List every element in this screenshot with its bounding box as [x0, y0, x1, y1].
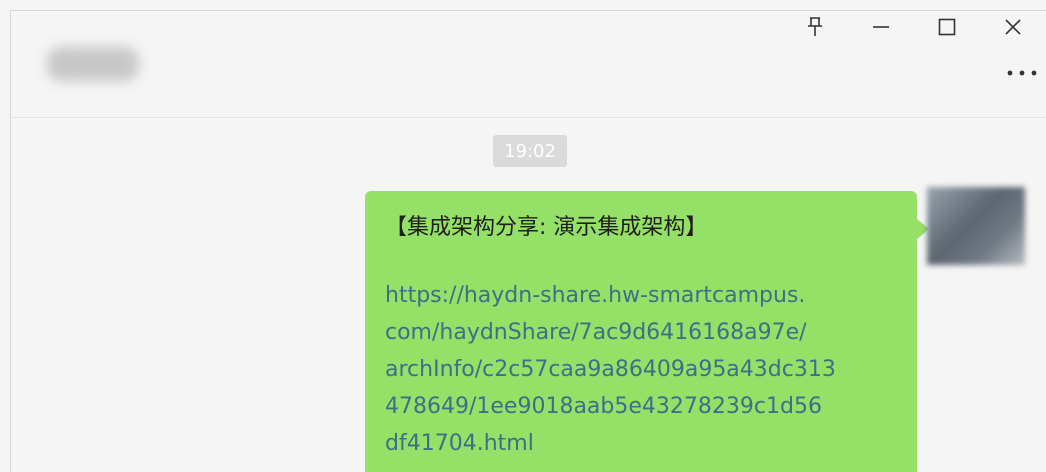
link-line: 478649/1ee9018aab5e43278239c1d56 — [385, 394, 822, 419]
close-button[interactable] — [980, 11, 1046, 43]
more-dots-icon — [1007, 70, 1037, 76]
message-link[interactable]: https://haydn-share.hw-smartcampus. com/… — [385, 277, 905, 462]
window-controls — [782, 11, 1046, 43]
link-line: https://haydn-share.hw-smartcampus. — [385, 283, 806, 308]
pin-button[interactable] — [782, 11, 848, 43]
message-timestamp: 19:02 — [493, 135, 567, 167]
chat-window: 19:02 【集成架构分享: 演示集成架构】 https://haydn-sha… — [10, 10, 1046, 472]
link-line: df41704.html — [385, 431, 534, 456]
maximize-button[interactable] — [914, 11, 980, 43]
chat-header — [11, 11, 1046, 118]
link-line: com/haydnShare/7ac9d6416168a97e/ — [385, 320, 807, 345]
pin-icon — [808, 17, 822, 36]
avatar[interactable] — [927, 187, 1025, 265]
maximize-icon — [938, 18, 956, 36]
close-icon — [1005, 19, 1021, 35]
message-bubble[interactable]: 【集成架构分享: 演示集成架构】 https://haydn-share.hw-… — [365, 191, 929, 472]
link-line: archInfo/c2c57caa9a86409a95a43dc313 — [385, 357, 836, 382]
message-title: 【集成架构分享: 演示集成架构】 — [385, 215, 708, 240]
minimize-button[interactable] — [848, 11, 914, 43]
more-options-button[interactable] — [1002, 63, 1042, 83]
minimize-icon — [873, 26, 889, 28]
contact-name-blurred — [47, 47, 139, 81]
